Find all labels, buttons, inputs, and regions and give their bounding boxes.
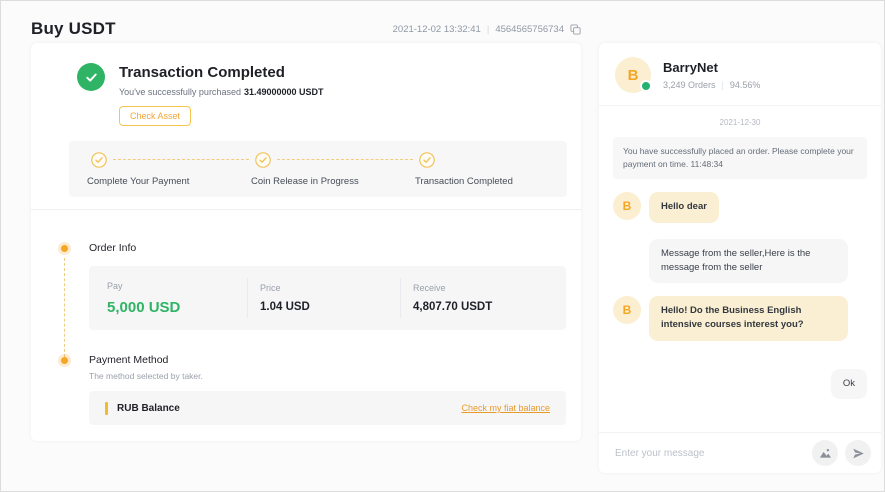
payment-method-section: Payment Method The method selected by ta… <box>31 330 581 425</box>
meta-separator: | <box>487 24 489 35</box>
buyer-message-bubble: Ok <box>831 369 867 399</box>
step-label-1: Complete Your Payment <box>87 176 189 187</box>
transaction-card: Transaction Completed You've successfull… <box>31 43 581 441</box>
step-check-icon <box>91 152 107 168</box>
chat-header: B BarryNet 3,249 Orders | 94.56% <box>599 43 881 106</box>
check-asset-button[interactable]: Check Asset <box>119 106 191 126</box>
order-meta: 2021-12-02 13:32:41 | 4564565756734 <box>393 24 581 35</box>
method-accent-bar <box>105 402 108 415</box>
purchase-summary-text: You've successfully purchased <box>119 87 241 97</box>
send-message-button[interactable] <box>845 440 871 466</box>
seller-message-bubble: Hello dear <box>649 192 719 222</box>
step-connector <box>277 159 413 160</box>
step-check-icon <box>255 152 271 168</box>
stats-separator: | <box>722 80 724 90</box>
pay-label: Pay <box>107 281 247 291</box>
order-info-title: Order Info <box>89 242 566 254</box>
p2p-order-page: Buy USDT 2021-12-02 13:32:41 | 456456575… <box>0 0 885 492</box>
chat-message-row: B Hello dear <box>613 192 867 222</box>
order-info-section: Order Info Pay 5,000 USD Price 1.04 USD <box>31 218 581 330</box>
seller-message-avatar: B <box>613 192 641 220</box>
chat-input-bar <box>599 432 881 473</box>
check-fiat-balance-link[interactable]: Check my fiat balance <box>461 403 550 413</box>
success-check-icon <box>77 63 105 91</box>
receive-label: Receive <box>413 283 566 293</box>
payment-method-box: RUB Balance Check my fiat balance <box>89 391 566 425</box>
timeline-dot-icon <box>61 357 68 364</box>
copy-icon[interactable] <box>570 24 581 35</box>
online-status-dot <box>640 80 652 92</box>
chat-message-input[interactable] <box>613 447 805 460</box>
seller-message-bubble: Message from the seller,Here is the mess… <box>649 239 848 284</box>
order-info-box: Pay 5,000 USD Price 1.04 USD Receive 4,8… <box>89 266 566 330</box>
price-value: 1.04 USD <box>260 301 400 313</box>
seller-stats: 3,249 Orders | 94.56% <box>663 80 760 90</box>
completion-rate: 94.56% <box>730 80 761 90</box>
seller-name: BarryNet <box>663 60 760 75</box>
seller-message-bubble: Hello! Do the Business English intensive… <box>649 296 848 341</box>
step-connector <box>113 159 249 160</box>
pay-value: 5,000 USD <box>107 299 247 316</box>
image-icon <box>819 447 832 460</box>
payment-method-name: RUB Balance <box>117 403 180 414</box>
order-timestamp: 2021-12-02 13:32:41 <box>393 24 481 35</box>
orders-count: 3,249 Orders <box>663 80 716 90</box>
seller-message-avatar: B <box>613 296 641 324</box>
attach-image-button[interactable] <box>812 440 838 466</box>
page-title: Buy USDT <box>31 19 116 39</box>
chat-message-row: Message from the seller,Here is the mess… <box>649 239 867 284</box>
progress-steps: Complete Your Payment Coin Release in Pr… <box>69 141 567 197</box>
step-label-2: Coin Release in Progress <box>251 176 359 187</box>
purchase-summary: You've successfully purchased31.49000000… <box>119 87 324 97</box>
timeline-dot-icon <box>61 245 68 252</box>
chat-messages: 2021-12-30 You have successfully placed … <box>599 106 881 432</box>
step-label-3: Transaction Completed <box>415 176 513 187</box>
transaction-status-title: Transaction Completed <box>119 64 324 81</box>
price-label: Price <box>260 283 400 293</box>
section-divider <box>31 209 581 210</box>
payment-method-subtitle: The method selected by taker. <box>89 371 566 381</box>
chat-message-row: B Hello! Do the Business English intensi… <box>613 296 867 341</box>
payment-method-title: Payment Method <box>89 354 566 366</box>
purchased-amount: 31.49000000 USDT <box>244 87 324 97</box>
seller-avatar[interactable]: B <box>615 57 651 93</box>
send-icon <box>852 447 865 460</box>
receive-value: 4,807.70 USDT <box>413 301 566 313</box>
chat-date-stamp: 2021-12-30 <box>613 118 867 127</box>
system-message: You have successfully placed an order. P… <box>613 137 867 179</box>
page-header: Buy USDT 2021-12-02 13:32:41 | 456456575… <box>31 15 581 43</box>
step-check-icon <box>419 152 435 168</box>
order-id: 4564565756734 <box>495 24 564 35</box>
chat-panel: B BarryNet 3,249 Orders | 94.56% 2021-12… <box>599 43 881 473</box>
chat-message-row: Ok <box>613 369 867 399</box>
